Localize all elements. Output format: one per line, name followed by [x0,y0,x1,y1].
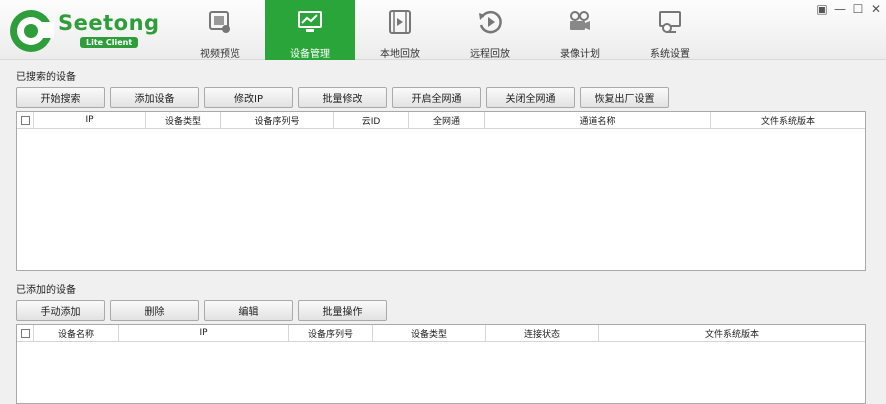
nav-label: 设备管理 [290,49,330,60]
nav-video-preview[interactable]: 视频预览 [175,0,265,60]
column-header[interactable]: 设备类型 [373,325,486,341]
app-header: Seetong Lite Client 视频预览 设备管理 本地回放 远程回放 … [0,0,886,60]
add-device-button[interactable]: 添加设备 [110,87,199,108]
user-icon[interactable]: ▣ [816,2,828,16]
column-header[interactable]: 全网通 [409,112,485,128]
logo-wordmark: Seetong [58,11,160,35]
close-button[interactable]: ✕ [870,2,882,16]
edit-button[interactable]: 编辑 [204,300,293,321]
logo-badge: Lite Client [80,37,139,48]
nav-label: 远程回放 [470,49,510,60]
nav-label: 录像计划 [560,49,600,60]
column-header[interactable]: 云ID [334,112,409,128]
nav-system-settings[interactable]: 系统设置 [625,0,715,60]
minimize-button[interactable]: — [834,2,846,16]
nav-remote-playback[interactable]: 远程回放 [445,0,535,60]
nav-record-plan[interactable]: 录像计划 [535,0,625,60]
disable-all-network-button[interactable]: 关闭全网通 [486,87,575,108]
remote-playback-icon [479,10,502,34]
system-settings-icon [659,11,681,33]
batch-operation-button[interactable]: 批量操作 [298,300,387,321]
nav-label: 系统设置 [650,49,690,60]
record-plan-icon [570,11,590,30]
video-preview-icon [209,11,230,33]
modify-ip-button[interactable]: 修改IP [204,87,293,108]
column-header[interactable]: 连接状态 [486,325,599,341]
column-header[interactable]: 文件系统版本 [711,112,865,128]
nav-label: 视频预览 [200,49,240,60]
enable-all-network-button[interactable]: 开启全网通 [392,87,481,108]
select-all-checkbox[interactable] [20,328,30,338]
start-search-button[interactable]: 开始搜索 [16,87,105,108]
column-header[interactable]: 设备序列号 [221,112,334,128]
column-header[interactable]: IP [34,112,146,128]
table-header: IP 设备类型 设备序列号 云ID 全网通 通道名称 文件系统版本 [17,112,865,129]
manual-add-button[interactable]: 手动添加 [16,300,105,321]
select-all-cell [17,112,34,128]
table-header: 设备名称 IP 设备序列号 设备类型 连接状态 文件系统版本 [17,325,865,342]
searched-devices-title: 已搜索的设备 [16,72,76,83]
select-all-cell [17,325,34,341]
column-header[interactable]: 通道名称 [485,112,711,128]
main-nav: 视频预览 设备管理 本地回放 远程回放 录像计划 系统设置 [175,0,715,60]
batch-modify-button[interactable]: 批量修改 [298,87,387,108]
column-header[interactable]: 设备序列号 [289,325,373,341]
maximize-button[interactable]: ☐ [852,2,864,16]
added-devices-toolbar: 手动添加 删除 编辑 批量操作 [16,300,387,321]
column-header[interactable]: 设备名称 [34,325,119,341]
nav-local-playback[interactable]: 本地回放 [355,0,445,60]
added-devices-table: 设备名称 IP 设备序列号 设备类型 连接状态 文件系统版本 [16,324,866,404]
factory-reset-button[interactable]: 恢复出厂设置 [580,87,669,108]
nav-device-management[interactable]: 设备管理 [265,0,355,60]
select-all-checkbox[interactable] [20,115,30,125]
device-management-icon [298,11,322,32]
local-playback-icon [389,10,411,34]
window-controls: ▣ — ☐ ✕ [816,2,882,16]
seetong-logo: Seetong Lite Client [10,8,160,52]
column-header[interactable]: 文件系统版本 [599,325,865,341]
searched-devices-table: IP 设备类型 设备序列号 云ID 全网通 通道名称 文件系统版本 [16,111,866,271]
delete-button[interactable]: 删除 [110,300,199,321]
column-header[interactable]: IP [119,325,289,341]
searched-devices-toolbar: 开始搜索 添加设备 修改IP 批量修改 开启全网通 关闭全网通 恢复出厂设置 [16,87,669,108]
column-header[interactable]: 设备类型 [146,112,221,128]
nav-label: 本地回放 [380,49,420,60]
added-devices-title: 已添加的设备 [16,285,76,296]
